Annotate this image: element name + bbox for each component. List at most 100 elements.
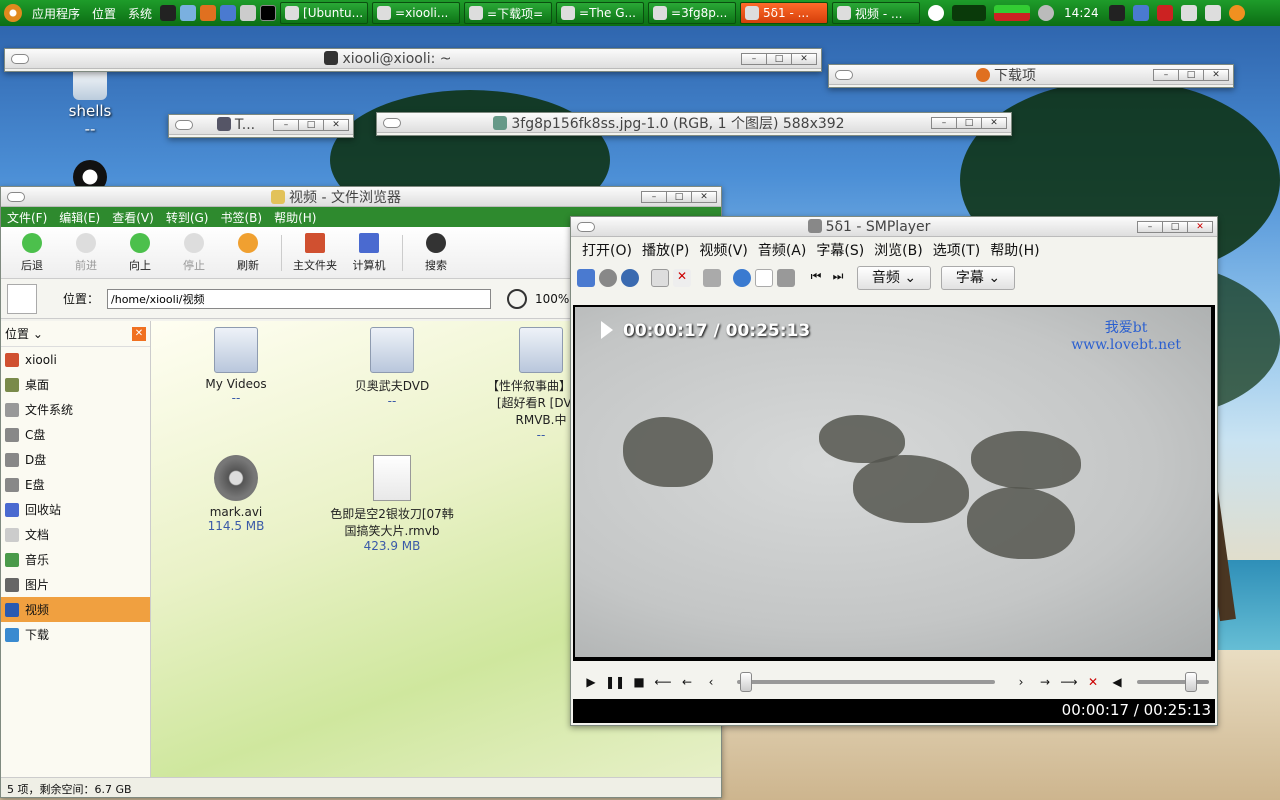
fullscreen-toggle-icon[interactable]: ✕ <box>1081 675 1105 689</box>
forward-short-icon[interactable]: › <box>1009 675 1033 689</box>
close-button[interactable]: ✕ <box>981 116 1007 129</box>
forward-far-icon[interactable]: ⟶ <box>1057 675 1081 689</box>
audio-track-button[interactable]: 音频 ⌄ <box>857 266 931 290</box>
task-terminal[interactable]: =xiooli... <box>372 2 461 24</box>
menu-open[interactable]: 打开(O) <box>577 240 637 260</box>
task-smplayer[interactable]: 5δ1 - ... <box>740 2 829 24</box>
pause-icon[interactable]: ❚❚ <box>603 675 627 689</box>
window-menu-button[interactable] <box>383 117 401 128</box>
sidebar-item-home[interactable]: xiooli <box>1 347 150 372</box>
terminal-icon[interactable] <box>260 5 277 21</box>
maximize-button[interactable]: □ <box>956 116 982 129</box>
playlist-icon[interactable] <box>755 269 773 287</box>
downloads-window[interactable]: 下载项 – □ ✕ <box>828 64 1234 88</box>
open-disc-icon[interactable] <box>599 269 617 287</box>
terminal-window[interactable]: xiooli@xiooli: ~ – □ ✕ <box>4 48 822 72</box>
window-menu-button[interactable] <box>835 69 853 80</box>
maximize-button[interactable]: □ <box>666 190 692 203</box>
sidebar-item-documents[interactable]: 文档 <box>1 522 150 547</box>
qq-icon[interactable] <box>1108 5 1125 21</box>
small-window[interactable]: T... – □ ✕ <box>168 114 354 138</box>
file-item[interactable]: mark.avi 114.5 MB <box>171 455 301 533</box>
menu-subtitles[interactable]: 字幕(S) <box>811 240 869 260</box>
mute-icon[interactable]: ◀ <box>1105 675 1129 689</box>
maximize-button[interactable]: □ <box>1178 68 1204 81</box>
display-icon[interactable] <box>1204 5 1221 21</box>
smplayer-window[interactable]: 5δ1 - SMPlayer – □ ✕ 打开(O) 播放(P) 视频(V) 音频(… <box>570 216 1218 726</box>
sidebar-item-music[interactable]: 音乐 <box>1 547 150 572</box>
subtitle-track-button[interactable]: 字幕 ⌄ <box>941 266 1015 290</box>
rewind-far-icon[interactable]: ⟵ <box>651 675 675 689</box>
window-menu-button[interactable] <box>175 119 193 130</box>
rewind-icon[interactable]: ← <box>675 675 699 689</box>
sidebar-item-videos[interactable]: 视频 <box>1 597 150 622</box>
home-button[interactable]: 主文件夹 <box>288 232 342 273</box>
sidebar-item-c-drive[interactable]: C盘 <box>1 422 150 447</box>
refresh-button[interactable]: 刷新 <box>221 232 275 273</box>
power-icon[interactable] <box>1228 5 1245 21</box>
window-menu-button[interactable] <box>7 191 25 202</box>
minimize-button[interactable]: – <box>641 190 667 203</box>
task-image[interactable]: =3fg8p... <box>648 2 737 24</box>
minimize-button[interactable]: – <box>931 116 957 129</box>
minimize-button[interactable]: – <box>741 52 767 65</box>
menu-edit[interactable]: 编辑(E) <box>53 209 106 226</box>
minimize-button[interactable]: – <box>273 118 299 131</box>
titlebar[interactable]: 3fg8p156fk8ss.jpg-1.0 (RGB, 1 个图层) 588x3… <box>377 113 1011 133</box>
qq-icon[interactable] <box>160 5 177 21</box>
rewind-short-icon[interactable]: ‹ <box>699 675 723 689</box>
up-button[interactable]: 向上 <box>113 232 167 273</box>
sidebar-item-d-drive[interactable]: D盘 <box>1 447 150 472</box>
maximize-button[interactable]: □ <box>298 118 324 131</box>
menu-file[interactable]: 文件(F) <box>1 209 53 226</box>
memory-monitor[interactable] <box>994 5 1031 21</box>
cpu-monitor[interactable] <box>952 5 987 21</box>
titlebar[interactable]: 5δ1 - SMPlayer – □ ✕ <box>571 217 1217 237</box>
menu-browse[interactable]: 浏览(B) <box>869 240 928 260</box>
firefox-icon[interactable] <box>200 5 217 21</box>
task-filebrowser[interactable]: 视频 - ... <box>832 2 921 24</box>
sidebar-selector[interactable]: 位置 ⌄ <box>5 325 43 342</box>
open-file-icon[interactable] <box>577 269 595 287</box>
sidebar-item-desktop[interactable]: 桌面 <box>1 372 150 397</box>
sidebar-item-downloads[interactable]: 下载 <box>1 622 150 647</box>
maximize-button[interactable]: □ <box>766 52 792 65</box>
clock[interactable]: 14:24 <box>1060 6 1103 20</box>
file-item[interactable]: 色即是空2银妆刀[07韩国搞笑大片.rmvb 423.9 MB <box>327 455 457 553</box>
seek-handle[interactable] <box>739 672 752 692</box>
stop-button[interactable]: 停止 <box>167 232 221 273</box>
panel-menu-places[interactable]: 位置 <box>86 5 122 22</box>
music-icon[interactable] <box>220 5 237 21</box>
zoom-level[interactable]: 100% <box>535 292 569 306</box>
menu-play[interactable]: 播放(P) <box>637 240 694 260</box>
menu-view[interactable]: 查看(V) <box>106 209 160 226</box>
menu-bookmarks[interactable]: 书签(B) <box>214 209 268 226</box>
edit-location-button[interactable] <box>7 283 37 314</box>
menu-audio[interactable]: 音频(A) <box>753 240 812 260</box>
fullscreen-icon[interactable] <box>651 269 669 287</box>
maximize-button[interactable]: □ <box>1162 220 1188 233</box>
video-area[interactable]: 00:00:17 / 00:25:13 我爱bt www.lovebt.net <box>573 305 1215 661</box>
computer-button[interactable]: 计算机 <box>342 232 396 273</box>
panel-menu-system[interactable]: 系统 <box>122 5 158 22</box>
location-input[interactable] <box>107 288 492 309</box>
preferences-icon[interactable] <box>777 269 795 287</box>
sidebar-item-pictures[interactable]: 图片 <box>1 572 150 597</box>
close-icon[interactable]: ✕ <box>132 326 146 341</box>
menu-video[interactable]: 视频(V) <box>694 240 753 260</box>
menu-help[interactable]: 帮助(H) <box>268 209 322 226</box>
zoom-icon[interactable] <box>507 288 528 309</box>
gimp-image-window[interactable]: 3fg8p156fk8ss.jpg-1.0 (RGB, 1 个图层) 588x3… <box>376 112 1012 136</box>
titlebar[interactable]: T... – □ ✕ <box>169 115 353 135</box>
menu-go[interactable]: 转到(G) <box>160 209 215 226</box>
sidebar-item-trash[interactable]: 回收站 <box>1 497 150 522</box>
window-menu-button[interactable] <box>11 53 29 64</box>
forward-button[interactable]: 前进 <box>59 232 113 273</box>
close-button[interactable]: ✕ <box>691 190 717 203</box>
file-item[interactable]: 贝奥武夫DVD -- <box>327 327 457 408</box>
forward-icon[interactable]: → <box>1033 675 1057 689</box>
close-button[interactable]: ✕ <box>1203 68 1229 81</box>
music-icon[interactable] <box>1132 5 1149 21</box>
sidebar-item-e-drive[interactable]: E盘 <box>1 472 150 497</box>
volume-icon[interactable] <box>1038 5 1055 21</box>
